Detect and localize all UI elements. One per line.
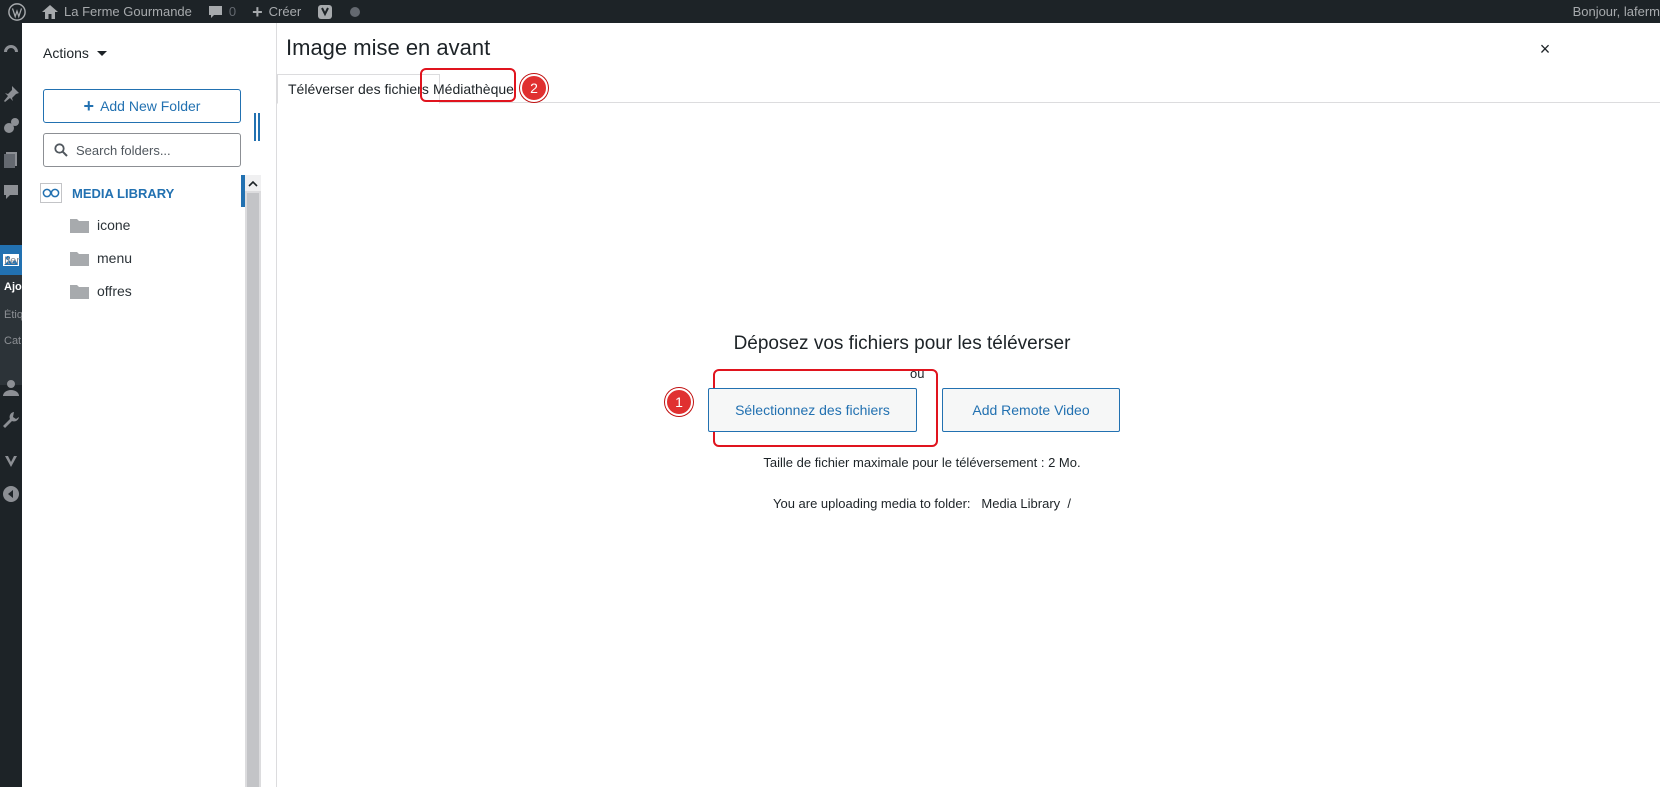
max-upload-size: Taille de fichier maximale pour le télév… [763,455,1081,470]
folder-label: icone [97,217,131,233]
gears-icon[interactable] [2,117,20,135]
folder-icon [70,218,89,233]
submenu-item[interactable]: Cat [4,335,22,347]
folder-label: offres [97,283,132,299]
folder-item-offres[interactable]: offres [70,280,132,302]
search-folders-box [43,133,241,167]
upload-folder-name: Media Library [981,496,1061,511]
tab-upload-files[interactable]: Téléverser des fichiers [277,74,440,104]
select-files-button[interactable]: Sélectionnez des fichiers [708,388,917,432]
folders-logo-icon [40,183,62,203]
folder-item-icone[interactable]: icone [70,214,130,236]
caret-down-icon [96,50,107,56]
submenu-item[interactable]: Ajo [4,281,22,293]
upload-folder-prefix: You are uploading media to folder: [772,496,971,511]
folder-scrollbar[interactable] [245,175,261,787]
annotation-badge-2: 2 [520,74,548,102]
upload-folder-separator: / [1067,496,1072,511]
collapse-menu-icon[interactable] [2,485,20,503]
comment-icon [208,5,222,18]
pin-icon[interactable] [2,85,20,103]
create-link[interactable]: + Créer [244,0,309,23]
folder-icon [70,284,89,299]
search-icon [54,143,68,157]
upload-folder-info: You are uploading media to folder: Media… [702,496,1142,511]
comments-menu-icon[interactable] [2,183,20,201]
yoast-icon[interactable] [309,0,341,23]
greeting[interactable]: Bonjour, laferm [1565,0,1660,23]
wordpress-logo-icon[interactable] [0,0,34,23]
annotation-badge-1: 1 [665,388,693,416]
scroll-up-icon[interactable] [245,175,261,191]
modal-title: Image mise en avant [286,35,491,60]
add-new-folder-button[interactable]: + Add New Folder [43,89,241,123]
pages-icon[interactable] [2,151,20,169]
comments-link[interactable]: 0 [200,0,244,23]
close-icon[interactable]: × [1533,37,1557,61]
actions-dropdown[interactable]: Actions [43,45,107,61]
site-name: La Ferme Gourmande [64,4,192,19]
folder-tree-scroll [241,175,277,787]
status-dot-icon [341,0,369,23]
admin-bar: La Ferme Gourmande 0 + Créer Bonjour, la… [0,0,1660,23]
media-modal: Actions + Add New Folder MEDIA LIBRARY i… [22,23,1660,787]
wrench-icon[interactable] [2,411,20,429]
add-folder-label: Add New Folder [100,98,201,114]
annotation-box-2 [420,68,516,102]
media-library-root[interactable]: MEDIA LIBRARY [40,178,240,208]
drop-files-title: Déposez vos fichiers pour les téléverser [733,333,1071,354]
folder-item-menu[interactable]: menu [70,247,132,269]
scrollbar-thumb[interactable] [247,193,259,787]
admin-menu: Iter Ajo Étiq Cat [0,23,22,787]
search-folders-input[interactable] [76,142,236,158]
sidebar-resize-handle[interactable] [254,113,262,141]
dashboard-icon[interactable] [2,43,20,61]
submenu-item[interactable]: Iter [4,255,22,267]
yoast-menu-icon[interactable] [2,453,20,471]
actions-label: Actions [43,45,89,61]
plus-icon: + [252,1,263,22]
comments-count: 0 [228,4,237,19]
add-remote-video-button[interactable]: Add Remote Video [942,388,1120,432]
plus-icon: + [83,96,95,116]
home-icon [42,4,58,19]
folder-sidebar: Actions + Add New Folder MEDIA LIBRARY i… [22,23,277,787]
submenu-item[interactable]: Étiq [4,309,22,321]
folder-icon [70,251,89,266]
site-name-link[interactable]: La Ferme Gourmande [34,0,200,23]
folder-label: menu [97,250,133,266]
media-library-label: MEDIA LIBRARY [72,185,175,201]
users-icon[interactable] [2,379,20,397]
create-label: Créer [268,4,302,19]
